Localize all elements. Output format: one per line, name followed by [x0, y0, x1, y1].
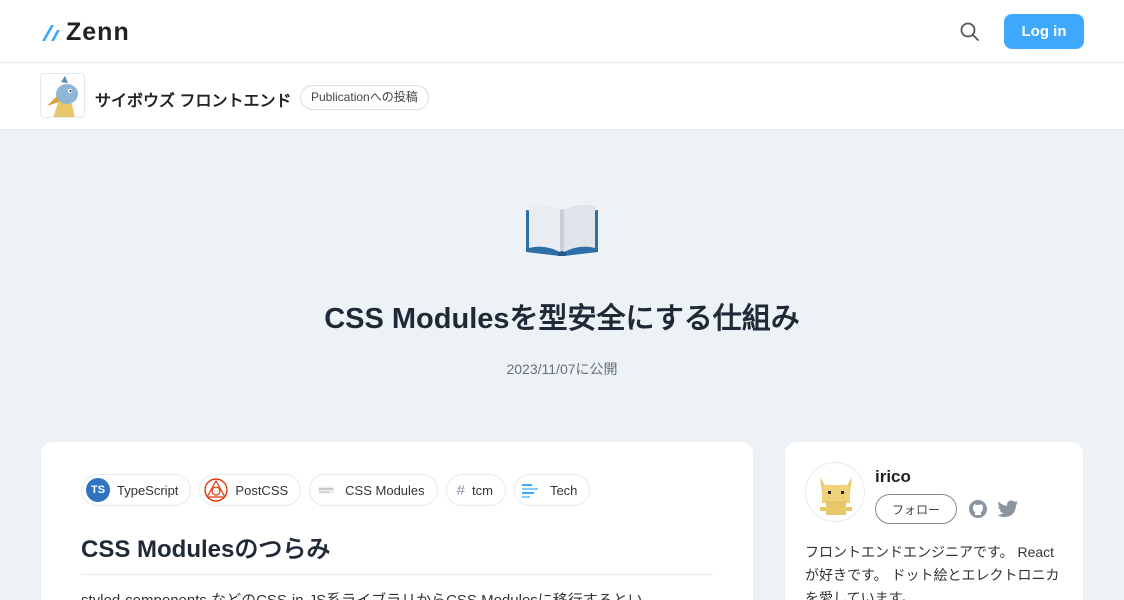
author-avatar[interactable]: [805, 462, 865, 522]
tag-label: Tech: [549, 482, 578, 498]
article-card: TS TypeScript PostCSS CSS Modules # tcm: [41, 442, 753, 600]
tag-postcss[interactable]: PostCSS: [199, 474, 302, 506]
publication-name[interactable]: サイボウズ フロントエンド: [95, 87, 291, 111]
logo-text: Zenn: [66, 18, 130, 46]
tech-icon: [521, 484, 538, 498]
published-date: 2023/11/07に公開: [506, 361, 618, 377]
publication-avatar[interactable]: [40, 73, 85, 118]
zenn-logo-icon: [42, 25, 60, 41]
login-button[interactable]: Log in: [1004, 14, 1084, 49]
author-card: irico フォロー フロントエンドエンジニアです。 Reactが好きです。 ド…: [785, 442, 1083, 600]
css-modules-icon: [318, 486, 335, 494]
bird-mascot-icon: [47, 76, 78, 117]
tag-css-modules[interactable]: CSS Modules: [309, 474, 438, 506]
tag-list: TS TypeScript PostCSS CSS Modules # tcm: [81, 474, 591, 506]
zenn-logo[interactable]: Zenn: [40, 19, 130, 45]
typescript-icon: TS: [86, 478, 110, 502]
author-name[interactable]: irico: [875, 467, 911, 487]
article-body-text: styled-components などのCSS-in-JS系ライブラリからCS…: [81, 589, 658, 600]
twitter-icon[interactable]: [997, 500, 1019, 519]
article-hero: CSS Modulesを型安全にする仕組み 2023/11/07に公開: [0, 130, 1124, 430]
tag-label: TypeScript: [117, 482, 179, 498]
tag-label: CSS Modules: [345, 482, 425, 498]
search-icon[interactable]: [958, 20, 982, 44]
postcss-icon: [204, 478, 229, 502]
follow-button[interactable]: フォロー: [875, 494, 957, 524]
tag-label: tcm: [472, 482, 493, 498]
section-heading: CSS Modulesのつらみ: [81, 529, 713, 575]
article-title: CSS Modulesを型安全にする仕組み: [324, 303, 800, 335]
publication-badge: Publicationへの投稿: [300, 85, 429, 110]
author-bio: フロントエンドエンジニアです。 Reactが好きです。 ドット絵とエレクトロニカ…: [805, 544, 1060, 600]
github-icon[interactable]: [968, 499, 988, 519]
publication-bar: サイボウズ フロントエンド Publicationへの投稿: [0, 63, 1124, 130]
tag-tcm[interactable]: # tcm: [445, 474, 506, 506]
hash-icon: #: [456, 481, 465, 499]
site-header: Zenn Log in: [0, 0, 1124, 63]
cat-pixel-avatar-icon: [820, 477, 852, 515]
tag-tech[interactable]: Tech: [513, 474, 591, 506]
open-book-icon: [526, 204, 598, 256]
tag-typescript[interactable]: TS TypeScript: [81, 474, 192, 506]
tag-label: PostCSS: [235, 482, 289, 498]
